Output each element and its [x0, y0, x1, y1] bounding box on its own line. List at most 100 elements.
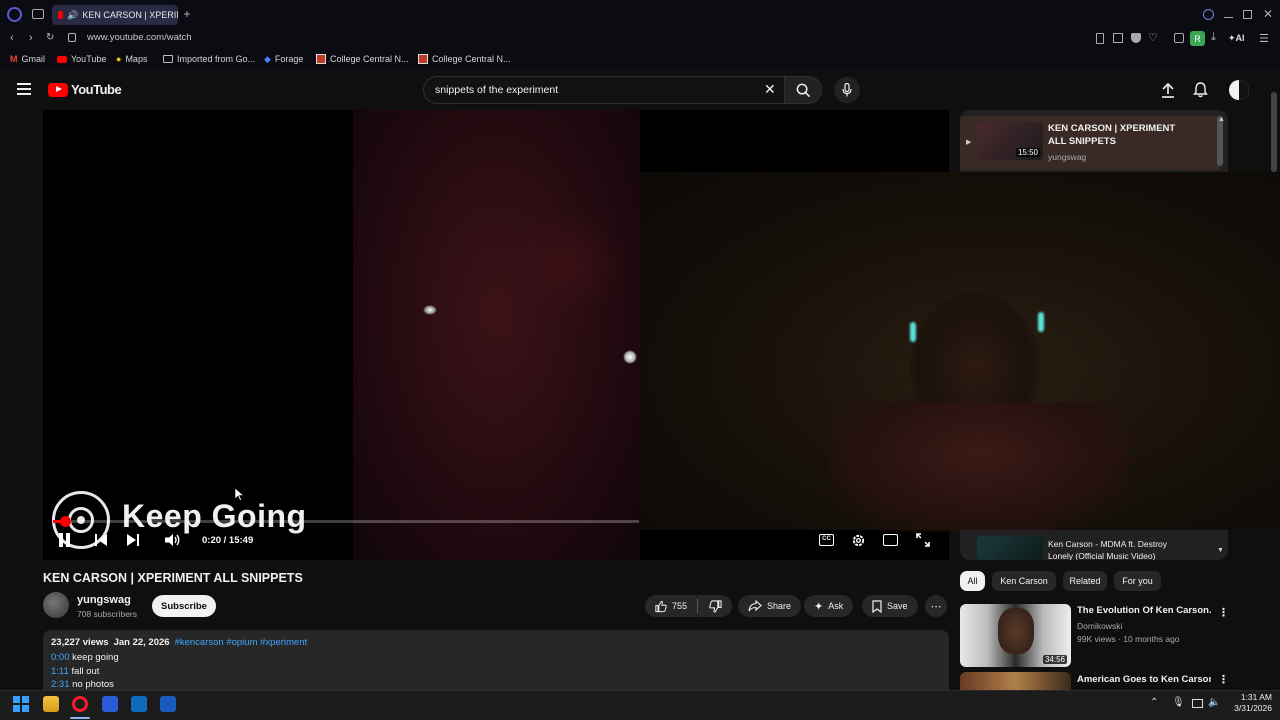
bookmark-gmail[interactable]: M Gmail [10, 52, 45, 66]
playlist-item-next[interactable]: Ken Carson - MDMA ft. Destroy Lonely (Of… [960, 530, 1228, 560]
notifications-button[interactable] [1193, 82, 1208, 98]
youtube-icon [57, 55, 67, 63]
channel-avatar[interactable] [43, 592, 69, 618]
bookmark-page-icon[interactable] [1096, 33, 1104, 44]
recommendation-title: American Goes to Ken Carson's [1077, 674, 1211, 685]
word-icon[interactable] [160, 696, 176, 712]
subscribe-button[interactable]: Subscribe [152, 595, 216, 617]
next-icon[interactable] [127, 534, 139, 546]
share-button[interactable]: Share [738, 595, 802, 617]
upload-icon [1162, 82, 1174, 98]
microphone-tray-icon[interactable]: 🎙 [1172, 697, 1185, 708]
hashtags-link[interactable]: #kencarson #opium #xperiment [175, 637, 308, 648]
ask-button[interactable]: ✦ Ask [804, 595, 854, 617]
description-box[interactable]: 23,227 views Jan 22, 2026 #kencarson #op… [43, 630, 949, 690]
display-tray-icon[interactable] [1192, 699, 1203, 708]
pause-icon[interactable] [59, 533, 73, 547]
lock-icon[interactable] [68, 33, 76, 42]
store-icon[interactable] [102, 696, 118, 712]
bookmark-college-central-2[interactable]: College Central N... [418, 52, 511, 66]
search-button[interactable] [784, 76, 822, 104]
voice-search-button[interactable] [834, 77, 860, 103]
chapter-timestamp[interactable]: 2:31 [51, 679, 70, 690]
heart-icon[interactable]: ♡ [1148, 31, 1158, 44]
youtube-logo[interactable]: YouTube [48, 82, 122, 97]
volume-tray-icon[interactable]: 🔈 [1208, 697, 1220, 708]
easy-setup-icon[interactable]: ☰ [1259, 32, 1269, 45]
youtube-play-logo-icon [48, 82, 68, 97]
minimize-icon[interactable] [1224, 17, 1233, 18]
chip-ken-carson[interactable]: Ken Carson [992, 571, 1056, 591]
volume-icon[interactable] [165, 533, 181, 547]
shield-icon[interactable] [1131, 33, 1141, 43]
recommendation-item[interactable]: 34:56 The Evolution Of Ken Carson.. Domi… [960, 604, 1229, 668]
show-hidden-icons-icon[interactable]: ⌃ [1150, 697, 1158, 708]
thumbs-down-icon [708, 599, 722, 613]
chip-all[interactable]: All [960, 571, 985, 591]
maps-pin-icon: ● [116, 54, 122, 64]
windows-start-icon[interactable] [13, 696, 29, 712]
file-explorer-icon[interactable] [43, 696, 59, 712]
bookmark-imported[interactable]: Imported from Go... [163, 52, 255, 66]
clock[interactable]: 1:31 AM 3/31/2026 [1228, 692, 1272, 714]
upload-button[interactable] [1161, 82, 1175, 98]
bookmark-label: Gmail [21, 54, 46, 64]
chip-related[interactable]: Related [1063, 571, 1107, 591]
bookmark-maps[interactable]: ● Maps [116, 52, 147, 66]
more-actions-icon[interactable]: ⋯ [925, 595, 947, 617]
forward-icon[interactable]: › [29, 32, 33, 44]
chapter-timestamp[interactable]: 1:11 [51, 666, 69, 677]
clear-search-icon[interactable]: ✕ [764, 81, 776, 98]
reload-icon[interactable]: ↻ [46, 32, 54, 43]
search-input[interactable]: snippets of the experiment [435, 84, 558, 96]
close-window-icon[interactable]: ✕ [1263, 7, 1273, 21]
recommendation-item[interactable]: American Goes to Ken Carson's ⋮ [960, 672, 1228, 690]
download-icon[interactable]: ⤓ [1211, 31, 1216, 44]
more-options-icon[interactable]: ⋮ [1218, 606, 1229, 619]
fullscreen-icon[interactable] [916, 533, 930, 547]
microphone-icon [842, 83, 852, 97]
chip-for-you[interactable]: For you [1114, 571, 1161, 591]
opera-browser-icon[interactable] [72, 696, 88, 712]
tab-active[interactable]: 🔊 KEN CARSON | XPERIMENT ALL SNIPPETS [52, 5, 178, 25]
opera-logo-icon[interactable] [7, 7, 22, 22]
dislike-button[interactable] [698, 595, 732, 617]
theater-mode-icon[interactable] [883, 534, 898, 546]
new-tab-icon[interactable]: + [181, 8, 193, 20]
scroll-down-icon[interactable]: ▼ [1217, 547, 1224, 554]
duration-badge: 34:56 [1042, 655, 1067, 664]
maximize-icon[interactable] [1243, 10, 1252, 19]
like-button[interactable]: 755 [645, 595, 697, 617]
back-icon[interactable]: ‹ [10, 32, 14, 44]
profile-avatar[interactable]: R [1190, 31, 1205, 46]
previous-icon[interactable] [95, 534, 107, 546]
progress-bar[interactable] [53, 516, 639, 527]
recommendation-channel: Domikowski [1077, 621, 1123, 631]
bookmark-forage[interactable]: ◆ Forage [264, 52, 303, 66]
chapter-timestamp[interactable]: 0:00 [51, 652, 70, 663]
bookmark-college-central-1[interactable]: College Central N... [316, 52, 409, 66]
url-field[interactable]: www.youtube.com/watch [87, 32, 192, 43]
scroll-up-icon[interactable]: ▲ [1218, 116, 1225, 123]
channel-name[interactable]: yungswag [77, 594, 131, 606]
ai-button[interactable]: ✦AI [1228, 33, 1245, 44]
page-scrollbar[interactable] [1271, 92, 1277, 172]
playlist-item-current[interactable]: ▶ 15:50 KEN CARSON | XPERIMENT ALL SNIPP… [960, 116, 1220, 170]
menu-icon[interactable] [17, 83, 31, 95]
account-avatar[interactable] [1229, 80, 1249, 100]
tab-island-icon[interactable] [32, 9, 44, 19]
save-button[interactable]: Save [862, 595, 918, 617]
settings-gear-icon[interactable] [851, 533, 866, 548]
folder-icon [163, 55, 173, 63]
playlist-scrollbar[interactable] [1217, 116, 1223, 166]
outlook-icon[interactable] [131, 696, 147, 712]
snapshot-icon[interactable] [1113, 33, 1123, 43]
captions-icon[interactable]: CC [819, 534, 834, 546]
recommendation-thumbnail: 34:56 [960, 604, 1071, 667]
bookmark-youtube[interactable]: YouTube [57, 52, 106, 66]
thumbnail-figure [998, 608, 1034, 654]
more-options-icon[interactable]: ⋮ [1218, 673, 1228, 686]
extensions-icon[interactable] [1174, 33, 1184, 43]
person-shirt [830, 402, 1130, 532]
search-tabs-icon[interactable] [1203, 9, 1214, 20]
